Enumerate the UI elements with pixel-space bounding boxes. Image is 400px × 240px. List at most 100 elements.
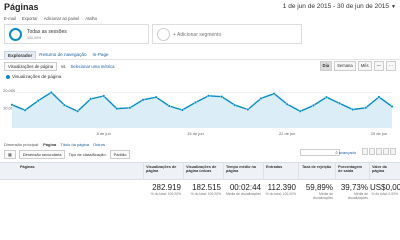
performance-view-icon[interactable] <box>376 148 382 155</box>
segment-percentage: 100,00% <box>27 36 42 40</box>
total-entrances: 112.390 % do total: 100,00% <box>264 183 296 196</box>
percentage-view-icon[interactable] <box>369 148 375 155</box>
data-point[interactable] <box>390 105 394 109</box>
shortcut-action[interactable]: Atalho <box>85 16 97 21</box>
comparison-view-icon[interactable] <box>383 148 389 155</box>
chevron-down-icon: ▼ <box>391 4 396 10</box>
table-search-input[interactable]: ⌕ <box>300 149 340 156</box>
total-note: Média de visualizações <box>225 192 261 196</box>
sort-type-select[interactable]: Padrão <box>109 150 131 159</box>
column-header-avg-time[interactable]: Tempo médio na página <box>226 165 260 174</box>
total-exit-rate: 39,73% Média de visualizações <box>336 183 368 200</box>
line-chart-type-icon[interactable]: 〰 <box>373 61 384 71</box>
vs-label: vs. <box>61 64 67 69</box>
segment-circle-icon <box>9 28 22 41</box>
total-bounce-rate: 59,89% Média de visualizações <box>299 183 333 200</box>
data-point[interactable] <box>193 100 197 104</box>
column-header-unique-pageviews[interactable]: Visualizações de página únicas <box>186 165 222 174</box>
column-header-pages[interactable]: Páginas <box>20 165 35 169</box>
data-point[interactable] <box>102 94 106 98</box>
granularity-week-button[interactable]: Semana <box>334 61 356 71</box>
column-header-page-value[interactable]: Valor da página <box>372 165 398 174</box>
granularity-month-button[interactable]: Mês <box>357 61 372 71</box>
total-value: US$0,00 <box>370 183 400 192</box>
area-fill <box>12 92 392 128</box>
total-note: Média de visualizações <box>347 192 368 200</box>
x-tick-label: 15 de jun <box>187 131 203 136</box>
data-point[interactable] <box>10 103 14 107</box>
data-point[interactable] <box>154 95 158 99</box>
action-bar: E-mail Exportar Adicionar ao painel Atal… <box>4 16 97 21</box>
data-point[interactable] <box>115 107 119 111</box>
data-point[interactable] <box>89 97 93 101</box>
data-point[interactable] <box>62 103 66 107</box>
divider <box>0 59 400 60</box>
data-point[interactable] <box>324 95 328 99</box>
email-action[interactable]: E-mail <box>4 16 16 21</box>
data-point[interactable] <box>351 108 355 112</box>
dimension-page[interactable]: Página <box>43 142 56 147</box>
secondary-dimension-select[interactable]: Dimensão secundária <box>18 150 66 159</box>
column-header-bounce-rate[interactable]: Taxa de rejeição <box>302 165 332 169</box>
x-tick-label: 29 de jun <box>371 131 387 136</box>
column-header-exit-rate[interactable]: Porcentagem de saída <box>338 165 366 174</box>
total-note: % do total: 100,00% <box>150 192 181 196</box>
total-unique-pageviews: 182.515 % do total: 100,00% <box>184 183 221 196</box>
total-pageviews: 282.919 % do total: 100,00% <box>144 183 181 196</box>
advanced-filter-link[interactable]: avançado <box>339 150 356 155</box>
data-point[interactable] <box>76 109 80 113</box>
total-value: 112.390 <box>267 183 296 192</box>
add-to-dashboard-action[interactable]: Adicionar ao painel <box>44 16 80 21</box>
chart-options-icon[interactable]: ⋯ <box>385 61 396 71</box>
data-point[interactable] <box>220 95 224 99</box>
column-header-entrances[interactable]: Entradas <box>266 165 292 169</box>
data-point[interactable] <box>298 109 302 113</box>
primary-dimension-label: Dimensão principal: <box>4 142 40 147</box>
primary-dimension-row: Dimensão principal: Página Título da pág… <box>4 142 105 147</box>
segment-title: Todas as sessões <box>27 29 67 35</box>
table-icon-button[interactable]: ▦ <box>4 150 16 159</box>
table-header: Páginas Visualizações de página Visualiz… <box>0 162 400 180</box>
search-icon[interactable]: ⌕ <box>335 150 338 156</box>
data-point[interactable] <box>233 103 237 107</box>
column-header-pageviews[interactable]: Visualizações de página <box>146 165 182 174</box>
dimension-page-title[interactable]: Título da página <box>60 142 89 147</box>
date-range-picker[interactable]: 1 de jun de 2015 - 30 de jun de 2015 ▼ <box>283 3 396 10</box>
add-segment-button[interactable]: + Adicionar segmento <box>152 24 302 44</box>
data-point[interactable] <box>141 98 145 102</box>
select-metric-link[interactable]: Selecionar uma métrica <box>70 64 114 69</box>
data-point[interactable] <box>23 108 27 112</box>
table-view-icons <box>362 148 396 155</box>
data-point[interactable] <box>49 90 53 94</box>
legend-dot <box>6 74 10 79</box>
page-title: Páginas <box>4 2 39 12</box>
data-point[interactable] <box>377 95 381 99</box>
export-action[interactable]: Exportar <box>22 16 38 21</box>
data-point[interactable] <box>364 106 368 110</box>
secondary-controls-row: ▦ Dimensão secundária Tipo de classifica… <box>4 150 131 159</box>
total-note: Média de visualizações <box>312 192 333 200</box>
metric-select[interactable]: Visualizações de página <box>4 62 58 71</box>
data-point[interactable] <box>128 106 132 110</box>
segment-all-sessions[interactable]: Todas as sessões 100,00% <box>4 24 149 44</box>
granularity-day-button[interactable]: Dia <box>319 61 333 71</box>
dimension-others[interactable]: Outros <box>93 142 105 147</box>
metric-controls: Visualizações de página vs. Selecionar u… <box>4 62 114 71</box>
data-point[interactable] <box>338 101 342 105</box>
add-segment-label: + Adicionar segmento <box>173 32 222 38</box>
data-point[interactable] <box>36 99 40 103</box>
data-point[interactable] <box>167 104 171 108</box>
pageviews-line-chart: 20.00010.000 8 de jun 15 de jun 22 de jun 2… <box>3 88 394 136</box>
data-point[interactable] <box>259 96 263 100</box>
total-value: 282.919 <box>152 183 181 192</box>
total-value: 00:02:44 <box>229 183 261 192</box>
data-point[interactable] <box>180 108 184 112</box>
data-point[interactable] <box>246 108 250 112</box>
data-point[interactable] <box>207 94 211 98</box>
date-range-text: 1 de jun de 2015 - 30 de jun de 2015 <box>282 3 390 10</box>
table-view-icon[interactable] <box>362 148 368 155</box>
data-point[interactable] <box>311 103 315 107</box>
pivot-view-icon[interactable] <box>390 148 396 155</box>
data-point[interactable] <box>272 92 276 96</box>
data-point[interactable] <box>285 102 289 106</box>
